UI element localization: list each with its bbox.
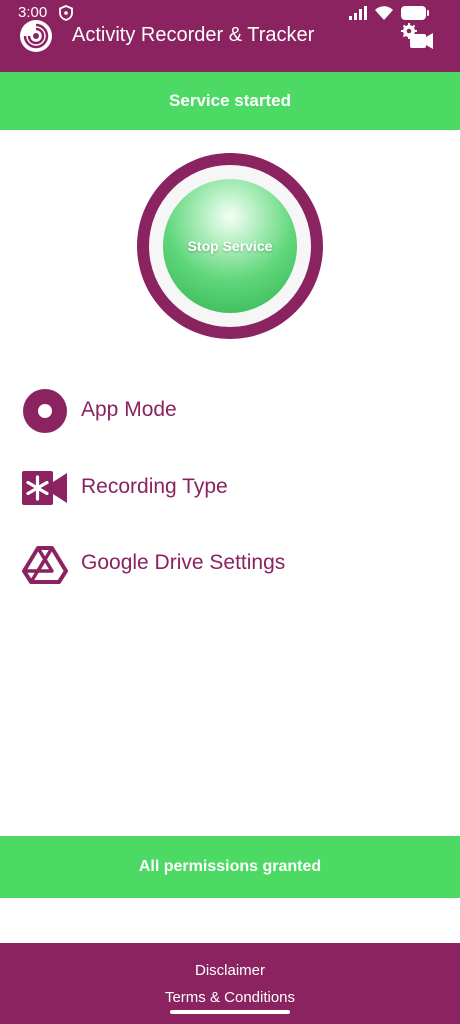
record-circle-icon: [22, 388, 68, 434]
battery-icon: [401, 6, 429, 20]
stop-service-button[interactable]: Stop Service: [163, 179, 297, 313]
terms-conditions-link[interactable]: Terms & Conditions: [0, 989, 460, 1006]
app-logo-icon: [20, 20, 52, 52]
google-drive-icon: [22, 541, 68, 587]
home-indicator[interactable]: [170, 1010, 290, 1014]
app-bar: 3:00 Activity Recorder & Tracker: [0, 0, 460, 72]
status-indicators: [348, 5, 430, 21]
signal-icon: [349, 6, 367, 20]
menu-item-label: Google Drive Settings: [81, 551, 286, 574]
app-title: Activity Recorder & Tracker: [72, 24, 315, 46]
shield-icon: [59, 5, 73, 21]
wifi-icon: [375, 6, 393, 20]
settings-video-icon[interactable]: [400, 22, 434, 52]
menu-item-recording-type[interactable]: Recording Type: [0, 457, 460, 517]
video-camera-icon: [22, 465, 68, 511]
menu-item-app-mode[interactable]: App Mode: [0, 380, 460, 440]
service-button-ring: Stop Service: [137, 153, 323, 339]
service-status-banner: Service started: [0, 72, 460, 130]
permissions-status-banner: All permissions granted: [0, 836, 460, 898]
menu-item-label: Recording Type: [81, 475, 228, 498]
disclaimer-link[interactable]: Disclaimer: [0, 962, 460, 979]
service-button-inner: Stop Service: [149, 165, 311, 327]
menu-item-label: App Mode: [81, 398, 177, 421]
menu-item-google-drive-settings[interactable]: Google Drive Settings: [0, 533, 460, 593]
